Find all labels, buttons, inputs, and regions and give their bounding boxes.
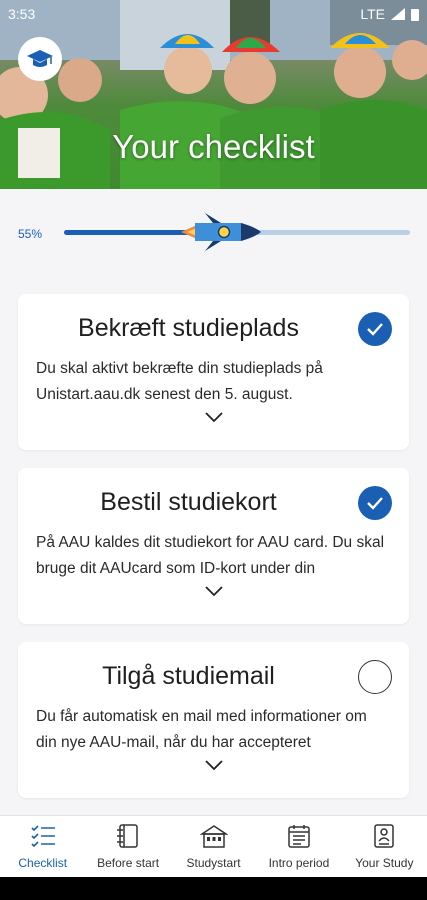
nav-label: Before start [97,856,160,870]
status-time: 3:53 [8,6,36,22]
bottom-navigation: Checklist Before start Studystart Intro … [0,815,427,877]
nav-studystart[interactable]: Studystart [171,816,256,877]
building-icon [199,825,228,848]
checklist-icon [31,825,55,848]
network-label: LTE [360,6,385,22]
progress-section: 55% [0,205,427,260]
card-title: Bestil studiekort [100,488,277,516]
checklist-card[interactable]: Bekræft studieplads Du skal aktivt bekræ… [18,294,409,450]
app-logo[interactable] [18,37,62,81]
nav-label: Checklist [18,856,68,870]
system-nav-bar [0,877,427,900]
calendar-icon [288,825,310,848]
checkbox-checked[interactable] [358,486,392,520]
nav-label: Intro period [268,856,330,870]
status-bar: 3:53 LTE [0,0,427,28]
checklist-card[interactable]: Bestil studiekort På AAU kaldes dit stud… [18,468,409,624]
checkbox-checked[interactable] [358,312,392,346]
nav-label: Your Study [355,856,414,870]
card-description: Du får automatisk en mail med informatio… [36,708,367,751]
hero-banner: 3:53 LTE Your checklist [0,0,427,189]
nav-intro-period[interactable]: Intro period [256,816,341,877]
chevron-down-icon[interactable] [204,410,224,424]
card-description: Du skal aktivt bekræfte din studieplads … [36,360,323,403]
id-card-icon [374,824,395,848]
card-title: Bekræft studieplads [78,314,299,342]
checklist-card[interactable]: Tilgå studiemail Du får automatisk en ma… [18,642,409,798]
checkmark-icon [367,323,383,336]
nav-checklist[interactable]: Checklist [0,816,85,877]
card-title: Tilgå studiemail [102,662,275,690]
rocket-icon [181,213,262,251]
nav-label: Studystart [186,856,241,870]
nav-before-start[interactable]: Before start [85,816,170,877]
status-icons: LTE [360,6,419,22]
checkmark-icon [367,497,383,510]
notebook-icon [117,824,138,848]
chevron-down-icon[interactable] [204,584,224,598]
graduation-cap-icon [27,50,53,67]
chevron-down-icon[interactable] [204,758,224,772]
progress-label: 55% [18,227,43,241]
nav-your-study[interactable]: Your Study [342,816,427,877]
page-title: Your checklist [112,128,315,165]
checkbox-unchecked[interactable] [358,660,392,694]
card-description: På AAU kaldes dit studiekort for AAU car… [36,534,385,577]
signal-icon [391,8,405,20]
battery-icon [411,8,419,21]
